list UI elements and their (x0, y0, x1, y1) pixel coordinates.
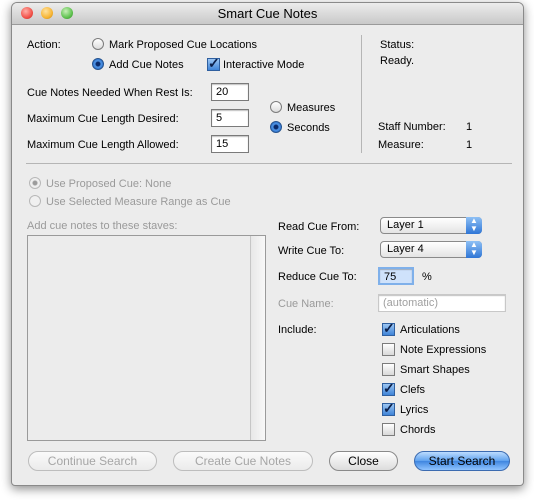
include-option-label[interactable]: Note Expressions (400, 344, 486, 356)
smart-cue-notes-window: Smart Cue Notes Action: Mark Proposed Cu… (11, 2, 524, 486)
include-checkbox[interactable] (382, 320, 395, 337)
use-selected-range-label: Use Selected Measure Range as Cue (46, 196, 231, 208)
mark-proposed-radio[interactable] (92, 38, 104, 50)
staff-number-value: 1 (466, 121, 473, 133)
measure-label: Measure: (378, 139, 424, 151)
mark-proposed-label[interactable]: Mark Proposed Cue Locations (109, 39, 257, 51)
use-selected-range-radio[interactable] (29, 195, 41, 207)
status-value: Ready. (380, 55, 415, 67)
staff-number-label: Staff Number: (378, 121, 446, 133)
close-button[interactable]: Close (329, 451, 398, 471)
add-cue-notes-radio[interactable] (92, 58, 104, 70)
continue-search-button[interactable]: Continue Search (28, 451, 157, 471)
include-option-label[interactable]: Chords (400, 424, 435, 436)
allowed-field[interactable]: 15 (211, 135, 249, 153)
popup-arrows-icon: ▲ ▼ (466, 241, 482, 258)
status-divider (361, 35, 362, 153)
measure-value: 1 (466, 139, 473, 151)
read-cue-popup[interactable]: Layer 1 ▲ ▼ (380, 217, 482, 234)
use-proposed-radio[interactable] (29, 177, 41, 189)
write-cue-value: Layer 4 (387, 243, 424, 255)
section-divider (26, 163, 512, 164)
create-cue-notes-button[interactable]: Create Cue Notes (173, 451, 313, 471)
interactive-mode-checkbox[interactable] (207, 55, 220, 72)
rest-label: Cue Notes Needed When Rest Is: (27, 87, 193, 99)
title-bar[interactable]: Smart Cue Notes (12, 3, 523, 25)
rest-field[interactable]: 20 (211, 83, 249, 101)
read-cue-value: Layer 1 (387, 219, 424, 231)
staves-label: Add cue notes to these staves: (27, 220, 178, 232)
start-search-button[interactable]: Start Search (414, 451, 510, 471)
seconds-label[interactable]: Seconds (287, 122, 330, 134)
include-option-label[interactable]: Clefs (400, 384, 425, 396)
measures-label[interactable]: Measures (287, 102, 335, 114)
include-checkbox[interactable] (382, 343, 395, 356)
write-cue-label: Write Cue To: (278, 245, 345, 257)
seconds-radio[interactable] (270, 121, 282, 133)
status-label: Status: (380, 39, 415, 51)
reduce-cue-field[interactable]: 75 (378, 267, 414, 285)
use-proposed-label: Use Proposed Cue: None (46, 178, 172, 190)
include-checkbox[interactable] (382, 363, 395, 376)
interactive-mode-label[interactable]: Interactive Mode (223, 59, 304, 71)
desired-label: Maximum Cue Length Desired: (27, 113, 179, 125)
allowed-label: Maximum Cue Length Allowed: (27, 139, 179, 151)
action-label: Action: (27, 39, 61, 51)
include-option-label[interactable]: Articulations (400, 324, 460, 336)
include-label: Include: (278, 324, 317, 336)
staves-scrollbar[interactable] (250, 236, 265, 440)
include-checkbox[interactable] (382, 423, 395, 436)
popup-arrows-icon: ▲ ▼ (466, 217, 482, 234)
cue-name-label: Cue Name: (278, 298, 334, 310)
include-checkbox[interactable] (382, 380, 395, 397)
staves-list[interactable] (27, 235, 266, 441)
reduce-cue-label: Reduce Cue To: (278, 271, 357, 283)
include-checkbox[interactable] (382, 400, 395, 417)
cue-name-field[interactable]: (automatic) (378, 294, 506, 312)
include-option-label[interactable]: Lyrics (400, 404, 428, 416)
write-cue-popup[interactable]: Layer 4 ▲ ▼ (380, 241, 482, 258)
window-title: Smart Cue Notes (217, 6, 318, 21)
include-option-label[interactable]: Smart Shapes (400, 364, 470, 376)
reduce-percent-unit: % (422, 271, 432, 283)
measures-radio[interactable] (270, 101, 282, 113)
add-cue-notes-label[interactable]: Add Cue Notes (109, 59, 184, 71)
read-cue-label: Read Cue From: (278, 221, 360, 233)
desired-field[interactable]: 5 (211, 109, 249, 127)
